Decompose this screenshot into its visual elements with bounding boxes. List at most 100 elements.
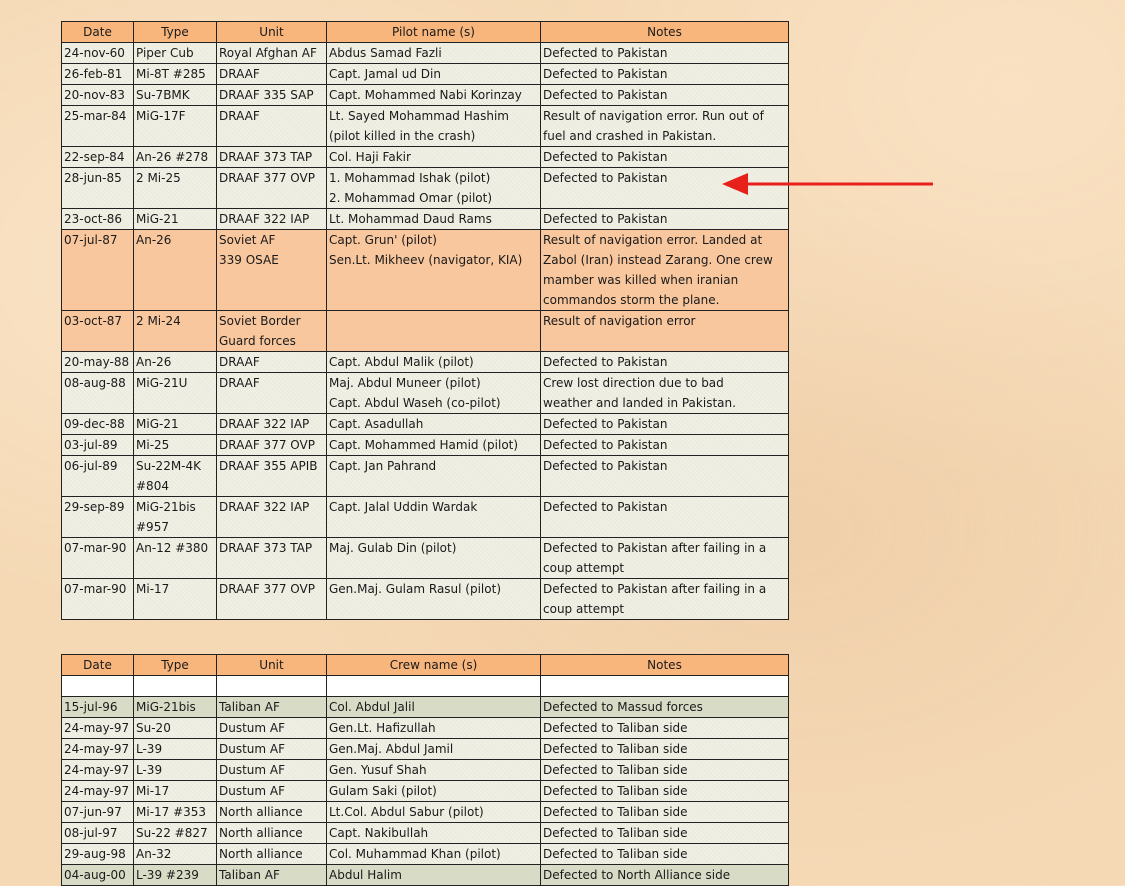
table-row: 03-jul-89 Mi-25 DRAAF 377 OVP Capt. Mohamme… — [61, 434, 789, 456]
header-type: Type — [133, 654, 217, 676]
cell-name: Col. Haji Fakir — [326, 146, 541, 168]
table-row: 24-may-97 L-39 Dustum AF Gen.Maj. Abdul Jam… — [61, 738, 789, 760]
cell-unit: DRAAF 322 IAP — [216, 208, 327, 230]
table-row: 20-may-88 An-26 DRAAF Capt. Abdul Malik (pi… — [61, 351, 789, 373]
cell-name: Capt. Grun' (pilot) Sen.Lt. Mikheev (nav… — [326, 229, 541, 311]
cell-unit: DRAAF — [216, 63, 327, 85]
cell-unit: DRAAF 373 TAP — [216, 537, 327, 579]
cell-notes: Defected to North Alliance side — [540, 864, 789, 886]
cell-date: 24-may-97 — [61, 780, 134, 802]
defections-table-2: Date Type Unit Crew name (s) Notes 15-ju… — [61, 654, 789, 886]
header-date: Date — [61, 654, 134, 676]
cell-notes: Defected to Pakistan — [540, 351, 789, 373]
cell-unit: Dustum AF — [216, 738, 327, 760]
cell-name: Capt. Jan Pahrand — [326, 455, 541, 497]
cell-notes: Defected to Pakistan — [540, 413, 789, 435]
table-row: 22-sep-84 An-26 #278 DRAAF 373 TAP Col. Haj… — [61, 146, 789, 168]
table-row: 26-feb-81 Mi-8T #285 DRAAF Capt. Jamal ud D… — [61, 63, 789, 85]
cell-type: Su-22M-4K #804 — [133, 455, 217, 497]
cell-notes: Defected to Pakistan — [540, 84, 789, 106]
cell-unit: Royal Afghan AF — [216, 42, 327, 64]
cell-name: 1. Mohammad Ishak (pilot) 2. Mohammad Om… — [326, 167, 541, 209]
cell-type: Piper Cub — [133, 42, 217, 64]
cell-notes: Defected to Massud forces — [540, 696, 789, 718]
header-notes: Notes — [540, 654, 789, 676]
header-unit: Unit — [216, 21, 327, 43]
cell-date: 03-oct-87 — [61, 310, 134, 352]
cell-unit: Soviet Border Guard forces — [216, 310, 327, 352]
defections-table-1: Date Type Unit Pilot name (s) Notes 24-n… — [61, 21, 789, 620]
cell-date: 07-jul-87 — [61, 229, 134, 311]
cell-date: 26-feb-81 — [61, 63, 134, 85]
cell-unit: DRAAF — [216, 351, 327, 373]
cell-type: An-26 — [133, 351, 217, 373]
table-row: 24-may-97 Mi-17 Dustum AF Gulam Saki (pilot… — [61, 780, 789, 802]
cell-name: Capt. Abdul Malik (pilot) — [326, 351, 541, 373]
cell-notes: Result of navigation error. Run out of f… — [540, 105, 789, 147]
cell-date — [61, 675, 134, 697]
cell-date: 08-jul-97 — [61, 822, 134, 844]
cell-name: Capt. Nakibullah — [326, 822, 541, 844]
cell-notes: Defected to Taliban side — [540, 738, 789, 760]
table-row: 15-jul-96 MiG-21bis Taliban AF Col. Abdul J… — [61, 696, 789, 718]
cell-date: 24-nov-60 — [61, 42, 134, 64]
cell-notes: Defected to Taliban side — [540, 843, 789, 865]
cell-date: 23-oct-86 — [61, 208, 134, 230]
cell-notes: Defected to Pakistan — [540, 146, 789, 168]
table-row: 03-oct-87 2 Mi-24 Soviet Border Guard forc… — [61, 310, 789, 352]
cell-date: 09-dec-88 — [61, 413, 134, 435]
table-row: 25-mar-84 MiG-17F DRAAF Lt. Sayed Mohammad … — [61, 105, 789, 147]
cell-unit — [216, 675, 327, 697]
cell-date: 06-jul-89 — [61, 455, 134, 497]
cell-date: 28-jun-85 — [61, 167, 134, 209]
cell-notes: Defected to Pakistan after failing in a … — [540, 537, 789, 579]
cell-type: Mi-17 #353 — [133, 801, 217, 823]
cell-notes: Result of navigation error. Landed at Za… — [540, 229, 789, 311]
cell-type: Su-22 #827 — [133, 822, 217, 844]
cell-type: MiG-17F — [133, 105, 217, 147]
cell-type: Su-7BMK — [133, 84, 217, 106]
cell-unit: DRAAF 373 TAP — [216, 146, 327, 168]
cell-name: Gen.Lt. Hafizullah — [326, 717, 541, 739]
cell-unit: Taliban AF — [216, 864, 327, 886]
cell-date: 08-aug-88 — [61, 372, 134, 414]
table-row: 06-jul-89 Su-22M-4K #804 DRAAF 355 APIB Cap… — [61, 455, 789, 497]
table-row: 29-sep-89 MiG-21bis #957 DRAAF 322 IAP Cap… — [61, 496, 789, 538]
cell-name — [326, 675, 541, 697]
cell-type: Mi-17 — [133, 578, 217, 620]
cell-date: 24-may-97 — [61, 738, 134, 760]
cell-type: MiG-21 — [133, 413, 217, 435]
cell-notes: Defected to Taliban side — [540, 759, 789, 781]
cell-type: An-32 — [133, 843, 217, 865]
table-row: 24-may-97 Su-20 Dustum AF Gen.Lt. Hafizulla… — [61, 717, 789, 739]
cell-date: 07-jun-97 — [61, 801, 134, 823]
cell-unit: DRAAF 377 OVP — [216, 578, 327, 620]
cell-unit: North alliance — [216, 801, 327, 823]
cell-notes — [540, 675, 789, 697]
table-row: 23-oct-86 MiG-21 DRAAF 322 IAP Lt. Mohammad… — [61, 208, 789, 230]
cell-name — [326, 310, 541, 352]
cell-notes: Crew lost direction due to bad weather a… — [540, 372, 789, 414]
cell-type: An-12 #380 — [133, 537, 217, 579]
cell-unit: DRAAF 322 IAP — [216, 496, 327, 538]
cell-date: 25-mar-84 — [61, 105, 134, 147]
cell-name: Abdul Halim — [326, 864, 541, 886]
cell-unit: North alliance — [216, 822, 327, 844]
cell-name: Gen. Yusuf Shah — [326, 759, 541, 781]
cell-date: 24-may-97 — [61, 717, 134, 739]
cell-notes: Defected to Pakistan — [540, 208, 789, 230]
cell-name: Lt. Sayed Mohammad Hashim (pilot killed … — [326, 105, 541, 147]
cell-date: 20-may-88 — [61, 351, 134, 373]
cell-unit: DRAAF 322 IAP — [216, 413, 327, 435]
red-arrow-left-icon — [722, 173, 933, 195]
cell-unit: DRAAF 335 SAP — [216, 84, 327, 106]
table-row: 08-aug-88 MiG-21U DRAAF Maj. Abdul Muneer (… — [61, 372, 789, 414]
cell-type: L-39 — [133, 738, 217, 760]
cell-type: MiG-21bis — [133, 696, 217, 718]
cell-type: An-26 — [133, 229, 217, 311]
table-row: 07-mar-90 Mi-17 DRAAF 377 OVP Gen.Maj. Gula… — [61, 578, 789, 620]
cell-date: 24-may-97 — [61, 759, 134, 781]
cell-date: 20-nov-83 — [61, 84, 134, 106]
cell-type: L-39 — [133, 759, 217, 781]
cell-unit: North alliance — [216, 843, 327, 865]
